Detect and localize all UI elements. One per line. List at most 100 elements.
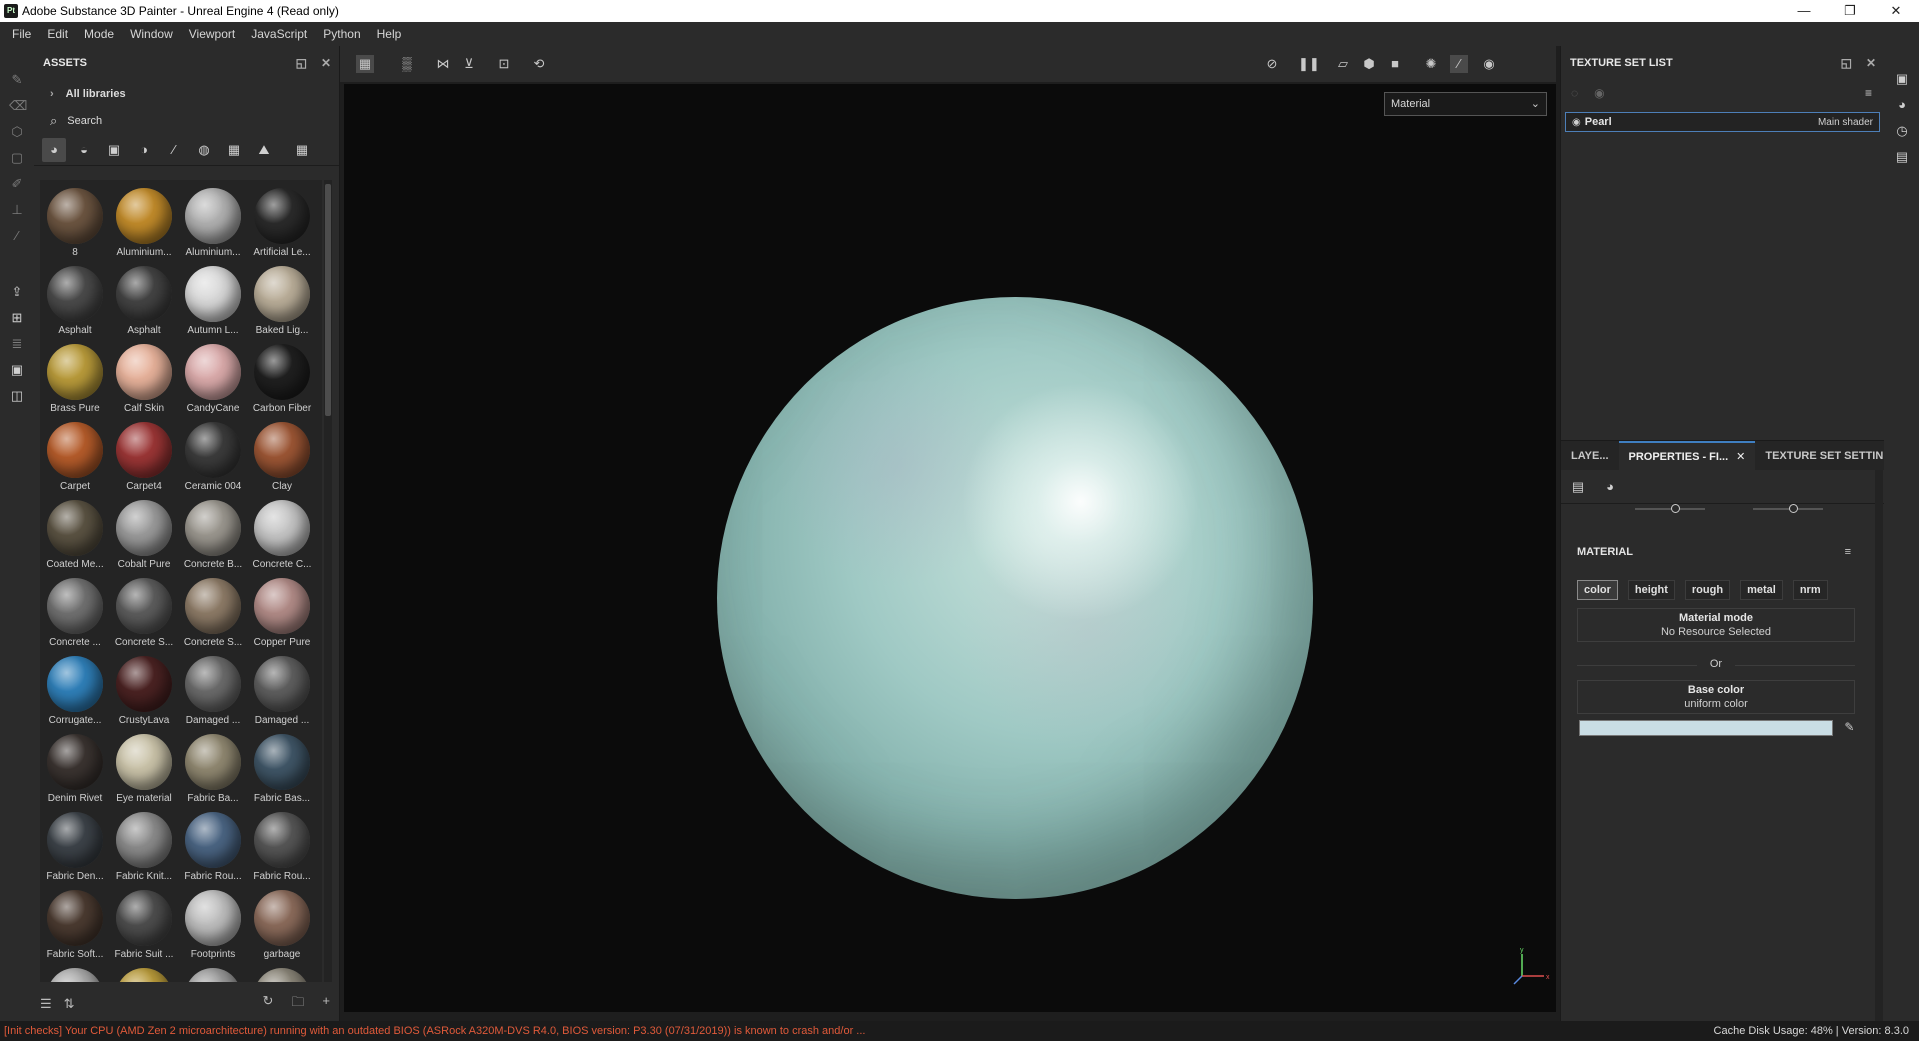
layer-stack-icon[interactable]: ≣: [9, 336, 25, 352]
menu-mode[interactable]: Mode: [76, 27, 122, 41]
mirror-y-icon[interactable]: ⊻: [460, 55, 478, 73]
material-icon[interactable]: ◕: [1601, 478, 1619, 496]
asset-item[interactable]: CrustyLava: [111, 650, 177, 728]
reset-camera-icon[interactable]: ⟲: [530, 55, 548, 73]
asset-item[interactable]: Asphalt: [42, 260, 108, 338]
asset-item[interactable]: Fabric Knit...: [111, 806, 177, 884]
geometry-fill-icon[interactable]: ▢: [9, 150, 25, 166]
particles-filter-icon[interactable]: ◍: [192, 138, 216, 162]
asset-item[interactable]: Eye material: [111, 728, 177, 806]
search-input[interactable]: ⌕ Search: [34, 108, 339, 134]
asset-item[interactable]: Fabric Ba...: [180, 728, 246, 806]
texture-set-row[interactable]: ◉ Pearl Main shader: [1565, 112, 1880, 132]
hide-overlay-icon[interactable]: ⊘: [1263, 55, 1281, 73]
visibility-icon[interactable]: ◉: [1594, 86, 1604, 100]
asset-item[interactable]: Concrete S...: [111, 572, 177, 650]
asset-item[interactable]: [249, 962, 315, 982]
asset-item[interactable]: Denim Rivet: [42, 728, 108, 806]
slider-handle[interactable]: [1789, 504, 1798, 513]
asset-item[interactable]: Damaged ...: [249, 650, 315, 728]
asset-item[interactable]: [180, 962, 246, 982]
smudge-icon[interactable]: ✐: [9, 176, 25, 192]
asset-item[interactable]: Concrete ...: [42, 572, 108, 650]
hide-icon[interactable]: ◌: [1571, 86, 1578, 100]
asset-item[interactable]: Autumn L...: [180, 260, 246, 338]
channel-color-button[interactable]: color: [1577, 580, 1618, 600]
asset-item[interactable]: Baked Lig...: [249, 260, 315, 338]
refresh-icon[interactable]: ↻: [262, 993, 273, 1015]
color-picker-icon[interactable]: ✎: [1844, 720, 1854, 734]
asset-item[interactable]: [111, 962, 177, 982]
bake-icon[interactable]: ⊞: [9, 310, 25, 326]
brushes-filter-icon[interactable]: ⁄: [162, 138, 186, 162]
asset-item[interactable]: Footprints: [180, 884, 246, 962]
mirror-x-icon[interactable]: ⋈: [434, 55, 452, 73]
view-grid-icon[interactable]: ▦: [290, 138, 314, 162]
restore-icon[interactable]: ❐: [1827, 0, 1873, 22]
view-3d-icon[interactable]: ⬢: [1360, 55, 1378, 73]
scrollbar-thumb[interactable]: [325, 184, 331, 416]
3d-viewport[interactable]: [344, 84, 1556, 1012]
texture-set-shader[interactable]: Main shader: [1818, 117, 1873, 128]
environments-filter-icon[interactable]: ⛰: [252, 138, 276, 162]
menu-edit[interactable]: Edit: [39, 27, 76, 41]
properties-icon[interactable]: ▤: [1569, 478, 1587, 496]
asset-item[interactable]: Cobalt Pure: [111, 494, 177, 572]
close-panel-icon[interactable]: ✕: [321, 56, 331, 70]
eye-icon[interactable]: ◉: [1572, 117, 1581, 128]
asset-item[interactable]: Aluminium...: [180, 182, 246, 260]
asset-item[interactable]: Ceramic 004: [180, 416, 246, 494]
tab-texture-set-settings[interactable]: TEXTURE SET SETTIN...: [1755, 441, 1902, 470]
undock-icon[interactable]: ◱: [296, 56, 307, 70]
asset-item[interactable]: Clay: [249, 416, 315, 494]
library-selector[interactable]: › All libraries: [34, 80, 339, 108]
asset-item[interactable]: Concrete C...: [249, 494, 315, 572]
channel-height-button[interactable]: height: [1627, 580, 1675, 600]
smart-materials-filter-icon[interactable]: ◒: [72, 138, 96, 162]
asset-item[interactable]: Fabric Den...: [42, 806, 108, 884]
asset-item[interactable]: Concrete S...: [180, 572, 246, 650]
menu-help[interactable]: Help: [369, 27, 410, 41]
view-2d-icon[interactable]: ▱: [1334, 55, 1352, 73]
asset-item[interactable]: Coated Me...: [42, 494, 108, 572]
channel-rough-button[interactable]: rough: [1684, 580, 1731, 600]
menu-file[interactable]: File: [4, 27, 39, 41]
shader-settings-icon[interactable]: ◫: [9, 388, 25, 404]
folder-icon[interactable]: 🗀: [291, 993, 304, 1015]
symmetry-grid-icon[interactable]: ▦: [356, 55, 374, 73]
asset-item[interactable]: Concrete B...: [180, 494, 246, 572]
tab-layers[interactable]: LAYE...: [1561, 441, 1619, 470]
properties-scrollbar[interactable]: [1875, 470, 1883, 1021]
eraser-icon[interactable]: ⌫: [9, 98, 27, 114]
minimize-icon[interactable]: —: [1781, 0, 1827, 22]
iray-icon[interactable]: ✺: [1422, 55, 1440, 73]
asset-item[interactable]: Carbon Fiber: [249, 338, 315, 416]
asset-item[interactable]: Carpet: [42, 416, 108, 494]
asset-item[interactable]: Fabric Bas...: [249, 728, 315, 806]
menu-icon[interactable]: ≡: [1845, 546, 1851, 558]
channel-metal-button[interactable]: metal: [1740, 580, 1783, 600]
log-icon[interactable]: ▤: [1893, 148, 1911, 166]
material-picker-icon[interactable]: ⁄: [9, 228, 25, 244]
viewport-mode-select[interactable]: Material ⌄: [1384, 92, 1547, 116]
slider-handle[interactable]: [1671, 504, 1680, 513]
menu-icon[interactable]: ≡: [1865, 86, 1872, 100]
undock-icon[interactable]: ◱: [1841, 56, 1852, 70]
shader-icon[interactable]: ◕: [1893, 96, 1911, 114]
pause-icon[interactable]: ❚❚: [1298, 55, 1320, 73]
asset-item[interactable]: Fabric Suit ...: [111, 884, 177, 962]
asset-item[interactable]: Fabric Rou...: [180, 806, 246, 884]
close-tab-icon[interactable]: ✕: [1736, 451, 1745, 463]
asset-item[interactable]: 8: [42, 182, 108, 260]
masks-filter-icon[interactable]: ▣: [102, 138, 126, 162]
asset-item[interactable]: Artificial Le...: [249, 182, 315, 260]
menu-window[interactable]: Window: [122, 27, 181, 41]
display-settings-icon[interactable]: ▣: [9, 362, 25, 378]
frame-icon[interactable]: ⊡: [495, 55, 513, 73]
base-color-slot[interactable]: Base color uniform color: [1577, 680, 1855, 714]
asset-item[interactable]: CandyCane: [180, 338, 246, 416]
close-icon[interactable]: ✕: [1873, 0, 1919, 22]
tiling-icon[interactable]: ▒: [398, 55, 416, 73]
slider-track[interactable]: [1753, 508, 1823, 510]
close-panel-icon[interactable]: ✕: [1866, 56, 1876, 70]
